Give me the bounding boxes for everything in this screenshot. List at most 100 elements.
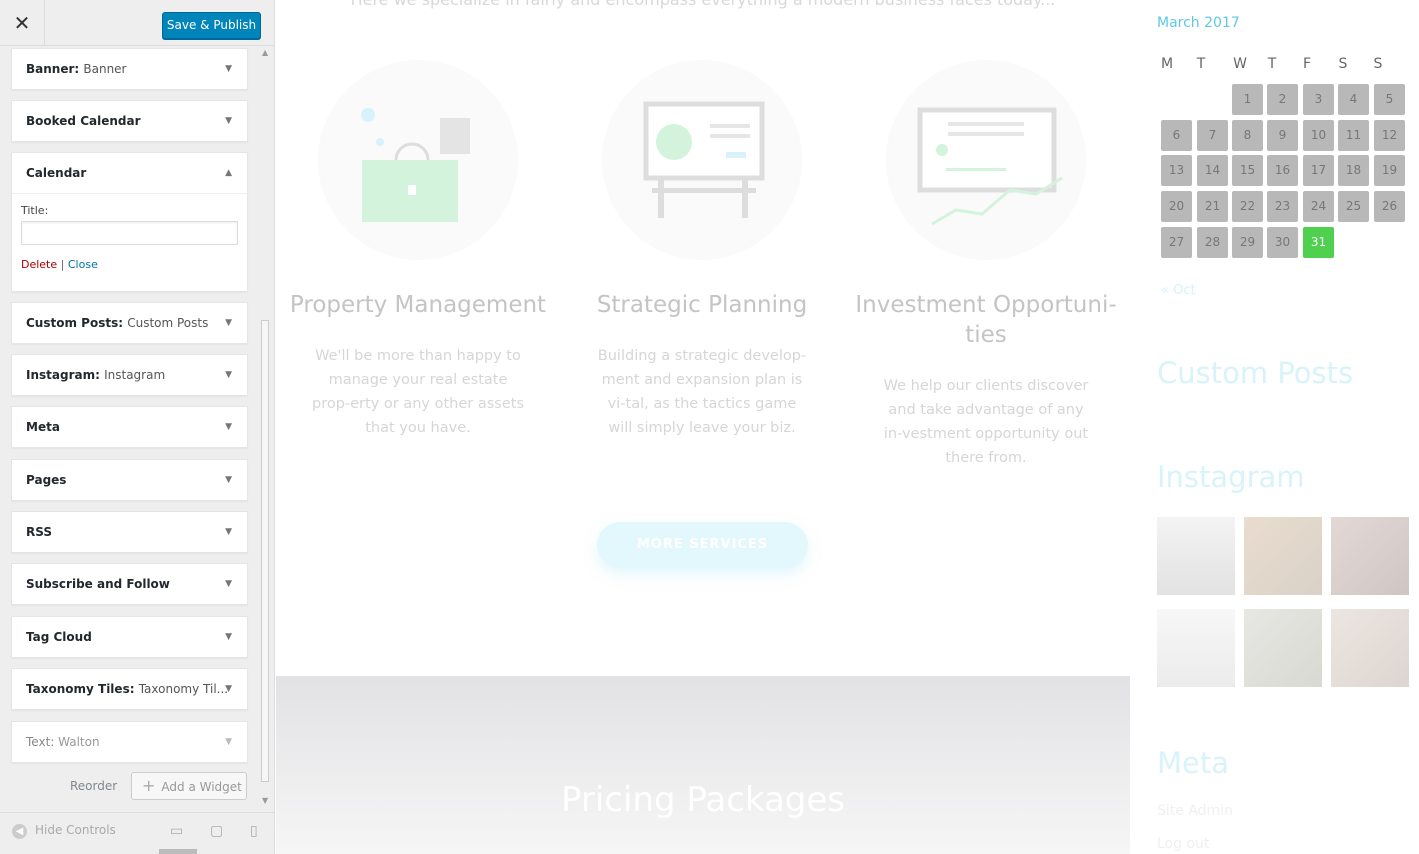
scroll-up-icon[interactable]: ▲ xyxy=(262,48,268,57)
hide-controls-button[interactable]: ◀ Hide Controls xyxy=(12,823,116,839)
instagram-photo[interactable] xyxy=(1157,517,1235,595)
chevron-down-icon[interactable]: ▼ xyxy=(225,669,232,709)
calendar-day[interactable]: 6 xyxy=(1161,120,1192,151)
widget-header[interactable]: Meta ▼ xyxy=(12,407,247,447)
calendar-day[interactable]: 12 xyxy=(1374,120,1405,151)
calendar-day[interactable]: 1 xyxy=(1232,84,1263,115)
calendar-day[interactable]: 28 xyxy=(1197,227,1228,258)
chevron-down-icon[interactable]: ▼ xyxy=(225,303,232,343)
calendar-day[interactable]: 14 xyxy=(1197,155,1228,186)
widget-header[interactable]: Taxonomy Tiles: Taxonomy Til... ▼ xyxy=(12,669,247,709)
widget-header[interactable]: Calendar ▲ xyxy=(12,153,247,193)
widget-header[interactable]: RSS ▼ xyxy=(12,512,247,552)
calendar-day[interactable]: 22 xyxy=(1232,191,1263,222)
chevron-down-icon[interactable]: ▼ xyxy=(225,617,232,657)
widget-header[interactable]: Instagram: Instagram ▼ xyxy=(12,355,247,395)
calendar-day-today[interactable]: 31 xyxy=(1303,227,1334,258)
calendar-day[interactable]: 24 xyxy=(1303,191,1334,222)
instagram-photo[interactable] xyxy=(1244,517,1322,595)
chevron-down-icon[interactable]: ▼ xyxy=(225,564,232,604)
tablet-preview-icon[interactable]: ▢ xyxy=(210,823,223,839)
site-admin-link[interactable]: Site Admin xyxy=(1157,803,1233,819)
calendar-day[interactable]: 5 xyxy=(1374,84,1405,115)
calendar-day[interactable]: 30 xyxy=(1267,227,1298,258)
chevron-down-icon[interactable]: ▼ xyxy=(225,407,232,447)
widget-banner[interactable]: Banner: Banner ▼ xyxy=(11,48,248,90)
calendar-day[interactable]: 15 xyxy=(1232,155,1263,186)
widget-header[interactable]: Banner: Banner ▼ xyxy=(12,49,247,89)
widget-header[interactable]: Subscribe and Follow ▼ xyxy=(12,564,247,604)
close-customizer-button[interactable]: ✕ xyxy=(0,0,45,46)
scrollbar-thumb[interactable] xyxy=(261,320,269,782)
calendar-day[interactable]: 16 xyxy=(1267,155,1298,186)
add-widget-button[interactable]: + Add a Widget xyxy=(131,772,247,800)
chevron-down-icon[interactable]: ▼ xyxy=(225,722,232,762)
calendar-day[interactable]: 27 xyxy=(1161,227,1192,258)
customizer-scrollbar[interactable]: ▲ ▼ xyxy=(259,48,272,808)
calendar-day[interactable]: 21 xyxy=(1197,191,1228,222)
widget-header[interactable]: Text: Walton ▼ xyxy=(12,722,247,762)
widget-header[interactable]: Booked Calendar ▼ xyxy=(12,101,247,141)
mobile-preview-icon[interactable]: ▯ xyxy=(250,823,258,839)
reorder-link[interactable]: Reorder xyxy=(70,779,117,793)
calendar-day[interactable]: 3 xyxy=(1303,84,1334,115)
close-link[interactable]: Close xyxy=(68,258,98,271)
widget-header[interactable]: Tag Cloud ▼ xyxy=(12,617,247,657)
widget-taxonomy-tiles[interactable]: Taxonomy Tiles: Taxonomy Til... ▼ xyxy=(11,668,248,710)
calendar-day[interactable]: 7 xyxy=(1197,120,1228,151)
calendar-day[interactable]: 25 xyxy=(1338,191,1369,222)
instagram-photo[interactable] xyxy=(1157,609,1235,687)
instagram-photo[interactable] xyxy=(1331,609,1409,687)
title-input[interactable] xyxy=(21,221,238,245)
widget-title: Banner: xyxy=(26,62,80,76)
log-out-link[interactable]: Log out xyxy=(1157,836,1209,852)
calendar-day[interactable]: 18 xyxy=(1338,155,1369,186)
calendar-day[interactable]: 8 xyxy=(1232,120,1263,151)
calendar-day[interactable]: 20 xyxy=(1161,191,1192,222)
widget-meta[interactable]: Meta ▼ xyxy=(11,406,248,448)
widget-pages[interactable]: Pages ▼ xyxy=(11,459,248,501)
calendar-day[interactable]: 13 xyxy=(1161,155,1192,186)
widget-calendar[interactable]: Calendar ▲ Title: Delete | Close xyxy=(11,152,248,292)
calendar-day[interactable]: 19 xyxy=(1374,155,1405,186)
widget-instagram[interactable]: Instagram: Instagram ▼ xyxy=(11,354,248,396)
widget-actions: Delete | Close xyxy=(21,258,238,271)
calendar-day[interactable]: 11 xyxy=(1338,120,1369,151)
chevron-down-icon[interactable]: ▼ xyxy=(225,101,232,141)
chevron-down-icon[interactable]: ▼ xyxy=(225,460,232,500)
widget-header[interactable]: Custom Posts: Custom Posts ▼ xyxy=(12,303,247,343)
widget-text[interactable]: Text: Walton ▼ xyxy=(11,721,248,763)
widget-title: RSS xyxy=(26,525,52,539)
calendar-day[interactable]: 2 xyxy=(1267,84,1298,115)
save-publish-button[interactable]: Save & Publish xyxy=(162,12,261,39)
chevron-down-icon[interactable]: ▼ xyxy=(225,512,232,552)
widget-custom-posts[interactable]: Custom Posts: Custom Posts ▼ xyxy=(11,302,248,344)
calendar-day[interactable]: 29 xyxy=(1232,227,1263,258)
widget-subscribe-follow[interactable]: Subscribe and Follow ▼ xyxy=(11,563,248,605)
calendar-day[interactable]: 17 xyxy=(1303,155,1334,186)
presentation-board-illustration xyxy=(602,60,802,260)
widget-rss[interactable]: RSS ▼ xyxy=(11,511,248,553)
chevron-down-icon[interactable]: ▼ xyxy=(225,49,232,89)
calendar-day[interactable]: 26 xyxy=(1374,191,1405,222)
chevron-up-icon[interactable]: ▲ xyxy=(225,153,232,193)
more-services-button[interactable]: MORE SERVICES xyxy=(597,522,808,568)
separator: | xyxy=(60,258,65,271)
calendar-day[interactable]: 23 xyxy=(1267,191,1298,222)
scroll-down-icon[interactable]: ▼ xyxy=(262,796,268,805)
previous-month-link[interactable]: « Oct xyxy=(1161,283,1196,298)
weekday-label: M xyxy=(1160,56,1174,72)
widget-title: Taxonomy Tiles: xyxy=(26,682,135,696)
widget-header[interactable]: Pages ▼ xyxy=(12,460,247,500)
chevron-down-icon[interactable]: ▼ xyxy=(225,355,232,395)
calendar-day[interactable]: 4 xyxy=(1338,84,1369,115)
instagram-photo[interactable] xyxy=(1244,609,1322,687)
calendar-day[interactable]: 9 xyxy=(1267,120,1298,151)
widget-tag-cloud[interactable]: Tag Cloud ▼ xyxy=(11,616,248,658)
service-text: Building a strategic develop-ment and ex… xyxy=(597,348,807,436)
widget-booked-calendar[interactable]: Booked Calendar ▼ xyxy=(11,100,248,142)
delete-link[interactable]: Delete xyxy=(21,258,57,271)
instagram-photo[interactable] xyxy=(1331,517,1409,595)
desktop-preview-icon[interactable]: ▭ xyxy=(170,823,183,839)
calendar-day[interactable]: 10 xyxy=(1303,120,1334,151)
